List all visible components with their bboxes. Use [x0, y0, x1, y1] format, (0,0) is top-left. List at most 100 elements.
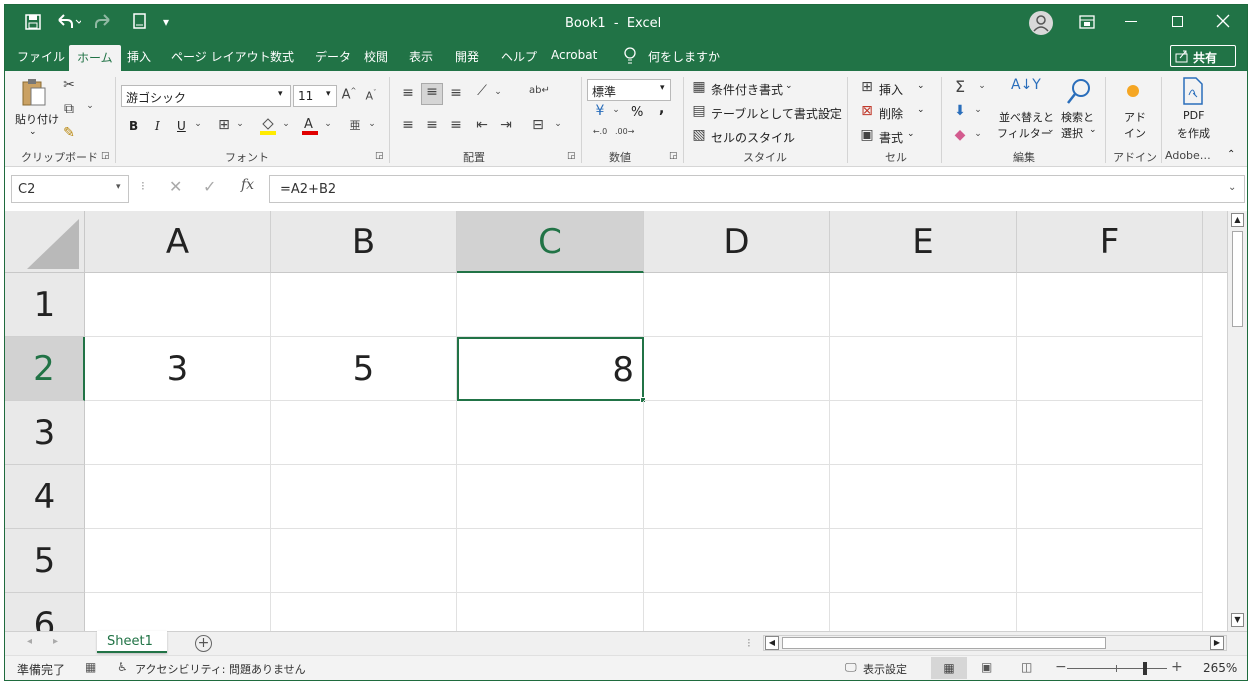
cell-d6[interactable]: [644, 593, 830, 631]
ribbon-display-icon[interactable]: [1079, 15, 1095, 29]
collapse-ribbon-icon[interactable]: ⌃: [1227, 149, 1235, 160]
cell-c3[interactable]: [457, 401, 644, 465]
tab-review[interactable]: 校閲: [364, 48, 388, 65]
format-cells-icon[interactable]: ▣: [859, 127, 875, 143]
cell-b3[interactable]: [271, 401, 457, 465]
decrease-font-icon[interactable]: Aˇ: [363, 89, 379, 103]
tab-file[interactable]: ファイル: [17, 48, 65, 65]
cell-f2[interactable]: [1017, 337, 1203, 401]
cell-a2[interactable]: 3: [85, 337, 271, 401]
copy-icon[interactable]: ⧉: [61, 101, 77, 117]
italic-button[interactable]: I: [155, 119, 160, 133]
chevron-down-icon[interactable]: ⌄: [785, 81, 793, 91]
cell-e4[interactable]: [830, 465, 1017, 529]
cell-a4[interactable]: [85, 465, 271, 529]
orientation-dropdown-icon[interactable]: ⌄: [493, 87, 503, 97]
cell-a6[interactable]: [85, 593, 271, 631]
cell-f1[interactable]: [1017, 273, 1203, 337]
fill-color-icon[interactable]: [259, 115, 277, 137]
name-box[interactable]: C2 ▾: [11, 175, 129, 203]
zoom-level[interactable]: 265%: [1203, 661, 1237, 675]
cell-a5[interactable]: [85, 529, 271, 593]
row-header-2[interactable]: 2: [5, 337, 85, 401]
increase-font-icon[interactable]: A^: [341, 87, 357, 102]
conditional-format-icon[interactable]: ▦: [691, 79, 707, 95]
expand-formula-icon[interactable]: ⌄: [1228, 182, 1236, 193]
page-break-view-icon[interactable]: ◫: [1021, 660, 1032, 674]
delete-cells-button[interactable]: 削除: [879, 105, 903, 122]
cell-d2[interactable]: [644, 337, 830, 401]
cell-f5[interactable]: [1017, 529, 1203, 593]
fill-icon[interactable]: ⬇: [951, 103, 969, 119]
cell-b2[interactable]: 5: [271, 337, 457, 401]
cell-d5[interactable]: [644, 529, 830, 593]
align-left-icon[interactable]: ≡: [399, 117, 417, 133]
enter-formula-icon[interactable]: ✓: [203, 177, 216, 196]
vertical-scroll-thumb[interactable]: [1232, 231, 1243, 327]
currency-dropdown-icon[interactable]: ⌄: [611, 105, 621, 115]
macro-record-icon[interactable]: ▦: [85, 660, 96, 674]
column-header-e[interactable]: E: [830, 211, 1017, 273]
borders-dropdown-icon[interactable]: ⌄: [235, 119, 245, 129]
clear-dropdown-icon[interactable]: ⌄: [973, 129, 983, 139]
format-cells-button[interactable]: 書式: [879, 129, 903, 146]
number-format-dropdown[interactable]: 標準 ▾: [587, 79, 671, 101]
cancel-formula-icon[interactable]: ✕: [169, 177, 182, 196]
font-size-dropdown[interactable]: 11 ▾: [293, 85, 337, 107]
alignment-launcher-icon[interactable]: ◲: [567, 151, 576, 161]
horizontal-scroll-thumb[interactable]: [782, 637, 1106, 649]
zoom-in-icon[interactable]: +: [1171, 659, 1183, 675]
clipboard-launcher-icon[interactable]: ◲: [101, 151, 110, 161]
scroll-down-icon[interactable]: ▼: [1231, 613, 1244, 627]
cell-f6[interactable]: [1017, 593, 1203, 631]
account-avatar[interactable]: [1029, 11, 1053, 35]
addins-button[interactable]: アド イン: [1113, 77, 1153, 143]
cell-c2[interactable]: 8: [457, 337, 646, 403]
merge-center-icon[interactable]: ⊟: [529, 117, 547, 133]
save-icon[interactable]: [25, 14, 41, 30]
close-icon[interactable]: [1215, 12, 1231, 30]
column-header-f[interactable]: F: [1017, 211, 1203, 273]
column-header-d[interactable]: D: [644, 211, 830, 273]
cell-e5[interactable]: [830, 529, 1017, 593]
column-header-partial[interactable]: [1203, 211, 1227, 273]
cell-e6[interactable]: [830, 593, 1017, 631]
horizontal-scrollbar[interactable]: ◀ ▶: [763, 635, 1227, 651]
column-header-b[interactable]: B: [271, 211, 457, 273]
cell-b4[interactable]: [271, 465, 457, 529]
cell-c1[interactable]: [457, 273, 644, 337]
chevron-down-icon[interactable]: ⌄: [907, 129, 915, 139]
decrease-indent-icon[interactable]: ⇤: [473, 117, 491, 133]
align-bottom-icon[interactable]: ≡: [447, 85, 465, 101]
cell-f3[interactable]: [1017, 401, 1203, 465]
autosum-icon[interactable]: Σ: [951, 77, 969, 96]
cell-f4[interactable]: [1017, 465, 1203, 529]
format-as-table-icon[interactable]: ▤: [691, 103, 707, 119]
display-settings-button[interactable]: 表示設定: [863, 661, 907, 677]
formula-input[interactable]: =A2+B2 ⌄: [269, 175, 1245, 203]
clear-icon[interactable]: ◆: [951, 127, 969, 143]
format-painter-icon[interactable]: ✎: [61, 125, 77, 141]
font-name-dropdown[interactable]: 游ゴシック ▾: [121, 85, 291, 107]
align-top-icon[interactable]: ≡: [399, 85, 417, 101]
chevron-down-icon[interactable]: ⌄: [917, 105, 925, 115]
merge-dropdown-icon[interactable]: ⌄: [553, 119, 563, 129]
cut-icon[interactable]: ✂: [61, 77, 77, 93]
create-pdf-button[interactable]: PDF を作成: [1169, 77, 1217, 143]
percent-button[interactable]: %: [631, 105, 643, 120]
column-header-c[interactable]: C: [457, 211, 644, 273]
cell-d1[interactable]: [644, 273, 830, 337]
tab-help[interactable]: ヘルプ: [501, 48, 537, 65]
tab-data[interactable]: データ: [315, 48, 351, 65]
cell-a1[interactable]: [85, 273, 271, 337]
delete-cells-icon[interactable]: ⊠: [859, 103, 875, 119]
cell-styles-icon[interactable]: ▧: [691, 127, 707, 143]
orientation-icon[interactable]: ⟋: [473, 83, 491, 99]
phonetic-icon[interactable]: 亜: [347, 117, 363, 133]
row-header-3[interactable]: 3: [5, 401, 85, 465]
underline-button[interactable]: U: [177, 119, 186, 133]
tab-insert[interactable]: 挿入: [127, 48, 151, 65]
align-right-icon[interactable]: ≡: [447, 117, 465, 133]
scroll-up-icon[interactable]: ▲: [1231, 213, 1244, 227]
font-launcher-icon[interactable]: ◲: [375, 151, 384, 161]
